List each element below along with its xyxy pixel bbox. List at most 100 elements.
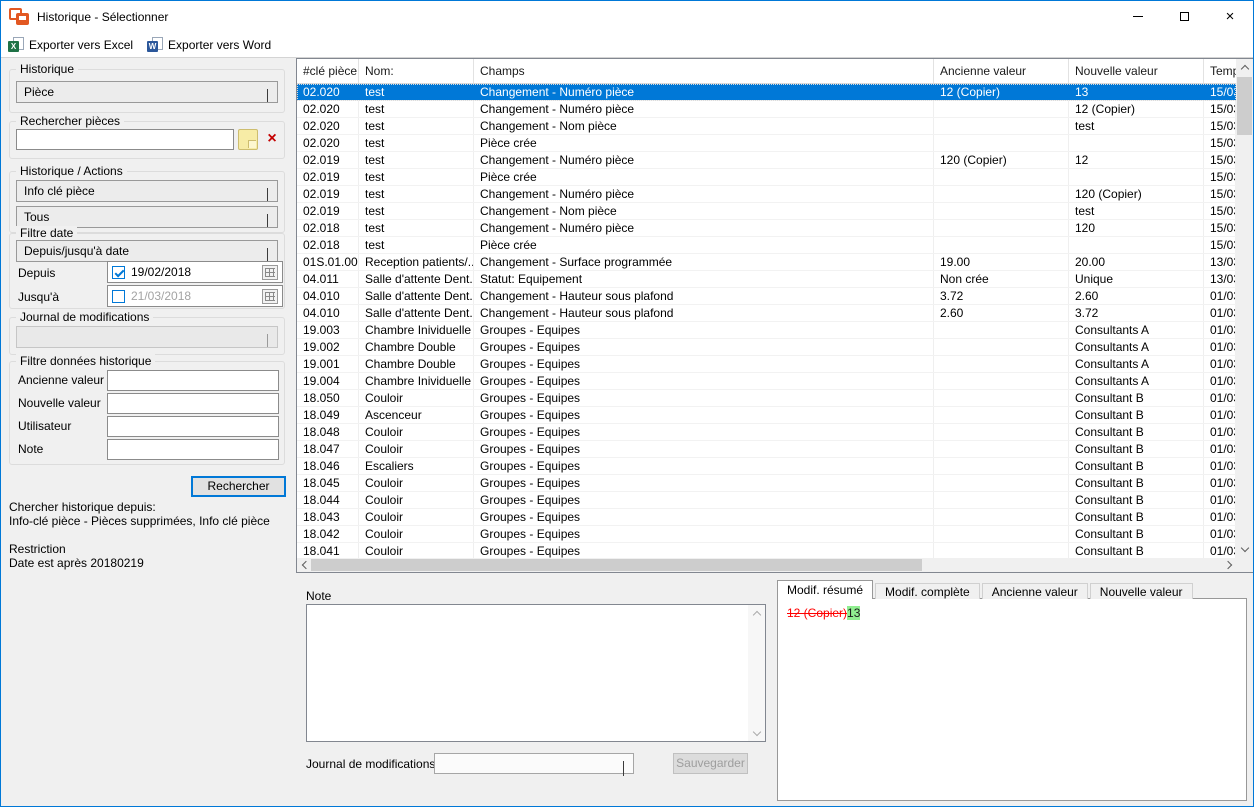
tab-modif-complete[interactable]: Modif. complète — [875, 583, 980, 599]
table-cell: test — [359, 237, 474, 253]
table-row[interactable]: 02.018testChangement - Numéro pièce12015… — [297, 220, 1236, 237]
historique-select[interactable]: Pièce — [16, 81, 278, 103]
sauvegarder-button[interactable]: Sauvegarder — [673, 753, 748, 774]
table-cell: Statut: Equipement — [474, 271, 934, 287]
export-word-button[interactable]: W Exporter vers Word — [147, 37, 271, 52]
table-row[interactable]: 04.011Salle d'attente Dent...Statut: Equ… — [297, 271, 1236, 288]
close-button[interactable]: × — [1207, 1, 1253, 32]
table-row[interactable]: 18.046EscaliersGroupes - EquipesConsulta… — [297, 458, 1236, 475]
table-cell: Groupes - Equipes — [474, 390, 934, 406]
table-cell: 18.041 — [297, 543, 359, 558]
table-cell: Couloir — [359, 475, 474, 491]
vertical-scrollbar[interactable] — [1236, 59, 1253, 558]
toolbar: X Exporter vers Excel W Exporter vers Wo… — [1, 32, 1253, 58]
table-cell: 15/03/20 — [1204, 186, 1236, 202]
journal-group: Journal de modifications — [9, 317, 285, 355]
column-header-ancienne[interactable]: Ancienne valeur — [934, 59, 1069, 83]
table-row[interactable]: 18.050CouloirGroupes - EquipesConsultant… — [297, 390, 1236, 407]
search-pieces-input[interactable] — [16, 129, 234, 150]
table-cell: test — [359, 220, 474, 236]
table-cell: 01/03/20 — [1204, 322, 1236, 338]
table-row[interactable]: 02.020testChangement - Numéro pièce12 (C… — [297, 101, 1236, 118]
table-row[interactable]: 04.010Salle d'attente Dent...Changement … — [297, 305, 1236, 322]
scroll-up-button[interactable] — [1236, 59, 1253, 76]
column-header-nom[interactable]: Nom: — [359, 59, 474, 83]
export-excel-button[interactable]: X Exporter vers Excel — [8, 37, 133, 52]
table-cell: Chambre Inividuelle — [359, 322, 474, 338]
table-row[interactable]: 18.041CouloirGroupes - EquipesConsultant… — [297, 543, 1236, 558]
table-cell: Consultants A — [1069, 356, 1204, 372]
jusqua-checkbox[interactable] — [112, 290, 125, 303]
table-row[interactable]: 18.043CouloirGroupes - EquipesConsultant… — [297, 509, 1236, 526]
table-row[interactable]: 18.042CouloirGroupes - EquipesConsultant… — [297, 526, 1236, 543]
note-scroll-up-button[interactable] — [748, 605, 765, 621]
depuis-date-picker[interactable]: 19/02/2018 — [107, 261, 283, 283]
note-textarea[interactable] — [306, 604, 766, 742]
tab-nouvelle-valeur[interactable]: Nouvelle valeur — [1090, 583, 1193, 599]
nouvelle-valeur-input[interactable] — [107, 393, 279, 414]
column-header-cle-piece[interactable]: #clé pièce — [297, 59, 359, 83]
table-row[interactable]: 02.020testChangement - Numéro pièce12 (C… — [297, 84, 1236, 101]
column-header-nouvelle[interactable]: Nouvelle valeur — [1069, 59, 1204, 83]
note-filter-input[interactable] — [107, 439, 279, 460]
table-cell: 13/03/20 — [1204, 271, 1236, 287]
table-cell: 15/03/20 — [1204, 84, 1236, 100]
depuis-checkbox[interactable] — [112, 266, 125, 279]
journal-select[interactable] — [16, 326, 278, 348]
tab-modif-resume[interactable]: Modif. résumé — [777, 580, 873, 599]
note-filter-label: Note — [18, 442, 43, 456]
table-row[interactable]: 02.019testPièce crée15/03/20 — [297, 169, 1236, 186]
ancienne-valeur-input[interactable] — [107, 370, 279, 391]
table-row[interactable]: 04.010Salle d'attente Dent...Changement … — [297, 288, 1236, 305]
vertical-scrollbar-thumb[interactable] — [1237, 77, 1252, 135]
table-row[interactable]: 02.020testChangement - Nom piècetest15/0… — [297, 118, 1236, 135]
table-row[interactable]: 18.044CouloirGroupes - EquipesConsultant… — [297, 492, 1236, 509]
journal-modif-select[interactable] — [434, 753, 634, 774]
browse-button[interactable] — [238, 129, 258, 150]
table-row[interactable]: 01S.01.001Reception patients/...Changeme… — [297, 254, 1236, 271]
tab-ancienne-valeur[interactable]: Ancienne valeur — [982, 583, 1088, 599]
utilisateur-input[interactable] — [107, 416, 279, 437]
table-row[interactable]: 18.045CouloirGroupes - EquipesConsultant… — [297, 475, 1236, 492]
table-row[interactable]: 19.002Chambre DoubleGroupes - EquipesCon… — [297, 339, 1236, 356]
table-cell: Couloir — [359, 390, 474, 406]
scroll-left-button[interactable] — [297, 558, 311, 572]
actions-type-value: Info clé pièce — [24, 184, 95, 198]
column-header-champs[interactable]: Champs — [474, 59, 934, 83]
table-row[interactable]: 02.019testChangement - Numéro pièce120 (… — [297, 152, 1236, 169]
horizontal-scrollbar[interactable] — [297, 558, 1253, 572]
table-row[interactable]: 19.001Chambre DoubleGroupes - EquipesCon… — [297, 356, 1236, 373]
note-scrollbar[interactable] — [748, 605, 765, 741]
actions-filter-select[interactable]: Tous — [16, 206, 278, 228]
table-cell: Couloir — [359, 509, 474, 525]
scroll-right-button[interactable] — [1222, 558, 1236, 572]
close-icon: × — [1226, 9, 1235, 24]
filtre-date-select[interactable]: Depuis/jusqu'à date — [16, 240, 278, 262]
table-cell — [934, 339, 1069, 355]
table-row[interactable]: 18.047CouloirGroupes - EquipesConsultant… — [297, 441, 1236, 458]
table-row[interactable]: 18.049AscenceurGroupes - EquipesConsulta… — [297, 407, 1236, 424]
horizontal-scrollbar-thumb[interactable] — [311, 559, 922, 571]
note-scroll-down-button[interactable] — [748, 725, 765, 741]
scroll-down-button[interactable] — [1236, 541, 1253, 558]
column-header-temps[interactable]: Temps/H — [1204, 59, 1236, 83]
table-row[interactable]: 02.019testChangement - Nom piècetest15/0… — [297, 203, 1236, 220]
actions-type-select[interactable]: Info clé pièce — [16, 180, 278, 202]
table-row[interactable]: 02.018testPièce crée15/03/20 — [297, 237, 1236, 254]
table-cell: 18.046 — [297, 458, 359, 474]
table-row[interactable]: 18.048CouloirGroupes - EquipesConsultant… — [297, 424, 1236, 441]
table-cell: 01/03/20 — [1204, 458, 1236, 474]
jusqua-date-picker[interactable]: 21/03/2018 — [107, 285, 283, 307]
rechercher-button[interactable]: Rechercher — [191, 476, 286, 497]
calendar-icon[interactable] — [262, 265, 278, 280]
calendar-icon[interactable] — [262, 289, 278, 304]
table-cell: Consultants A — [1069, 322, 1204, 338]
clear-search-button[interactable]: × — [261, 129, 283, 150]
table-cell — [1069, 135, 1204, 151]
table-row[interactable]: 19.003Chambre InividuelleGroupes - Equip… — [297, 322, 1236, 339]
minimize-button[interactable] — [1115, 1, 1161, 32]
table-row[interactable]: 02.019testChangement - Numéro pièce120 (… — [297, 186, 1236, 203]
table-row[interactable]: 02.020testPièce crée15/03/20 — [297, 135, 1236, 152]
maximize-button[interactable] — [1161, 1, 1207, 32]
table-row[interactable]: 19.004Chambre InividuelleGroupes - Equip… — [297, 373, 1236, 390]
